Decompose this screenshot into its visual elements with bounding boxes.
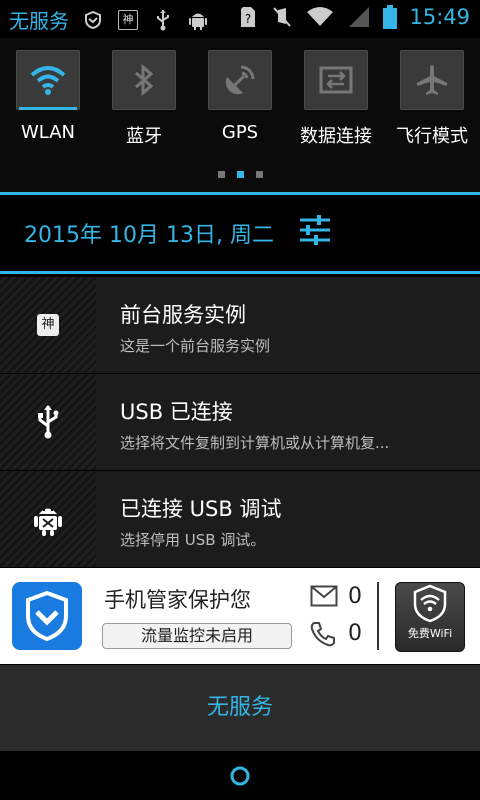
widget-divider — [377, 582, 379, 650]
status-bar: 无服务 神 ? 15:49 — [0, 0, 480, 38]
page-indicator — [0, 171, 480, 178]
settings-sliders-icon — [300, 215, 330, 245]
mail-icon[interactable] — [310, 585, 338, 607]
data-connection-icon — [319, 66, 353, 94]
notification-text: 这是一个前台服务实例 — [120, 337, 271, 355]
wifi-toggle-button[interactable] — [16, 50, 80, 110]
toggle-label: WLAN — [20, 122, 76, 143]
usb-icon — [38, 405, 59, 439]
clock: 15:49 — [409, 5, 470, 29]
settings-button[interactable] — [298, 213, 332, 247]
notification-title: 已连接 USB 调试 — [120, 497, 282, 521]
notification-icon-area — [0, 374, 96, 470]
data-toggle-button[interactable] — [304, 50, 368, 110]
quick-settings-panel: WLAN 蓝牙 GPS 数据连接 飞行模式 — [0, 38, 480, 192]
android-debug-icon — [34, 508, 62, 536]
usb-icon — [152, 9, 174, 31]
notification-icon-area: 神 — [0, 277, 96, 373]
wifi-shield-icon — [413, 584, 447, 623]
shield-logo-icon — [26, 590, 68, 642]
call-count: 0 — [348, 621, 362, 646]
carrier-label: 无服务 — [9, 9, 69, 33]
notification-foreground-service[interactable]: 神 前台服务实例 这是一个前台服务实例 — [0, 277, 480, 374]
notification-icon-area — [0, 471, 96, 567]
divider — [0, 271, 480, 274]
toggle-data[interactable]: 数据连接 — [288, 50, 384, 148]
traffic-monitor-button[interactable]: 流量监控未启用 — [102, 623, 292, 649]
notification-text: 选择停用 USB 调试。 — [120, 531, 266, 549]
bluetooth-toggle-button[interactable] — [112, 50, 176, 110]
wifi-signal-icon — [305, 6, 335, 28]
free-wifi-label: 免费WiFi — [407, 627, 453, 640]
phone-manager-widget[interactable]: 手机管家保护您 流量监控未启用 0 0 免费WiFi — [0, 568, 480, 664]
date-header: 2015年 10月 13日, 周二 — [0, 195, 480, 271]
phone-manager-logo — [12, 582, 82, 650]
phone-icon[interactable] — [310, 621, 336, 647]
notification-usb-debugging[interactable]: 已连接 USB 调试 选择停用 USB 调试。 — [0, 471, 480, 568]
page-dot — [217, 171, 225, 178]
toggle-label: 数据连接 — [300, 126, 372, 147]
bluetooth-icon — [135, 63, 154, 97]
toggle-label: 飞行模式 — [396, 126, 468, 147]
carrier-status-bar: 无服务 — [0, 665, 480, 751]
page-dot — [255, 171, 263, 178]
android-debug-icon — [187, 9, 209, 31]
page-dot-active — [236, 171, 244, 178]
shield-icon — [82, 9, 104, 31]
shen-app-icon: 神 — [117, 9, 139, 31]
gps-toggle-button[interactable] — [208, 50, 272, 110]
sim-unknown-icon: ? — [237, 6, 259, 28]
toggle-wlan[interactable]: WLAN — [0, 50, 96, 143]
drag-handle[interactable] — [0, 752, 480, 800]
date-label: 2015年 10月 13日, 周二 — [24, 223, 274, 248]
wifi-icon — [30, 66, 66, 95]
gps-icon — [225, 65, 255, 95]
battery-icon — [383, 5, 398, 29]
widget-title: 手机管家保护您 — [104, 588, 251, 612]
toggle-label: 蓝牙 — [126, 126, 162, 147]
mute-icon — [271, 6, 293, 28]
free-wifi-button[interactable]: 免费WiFi — [395, 582, 465, 652]
notification-usb-connected[interactable]: USB 已连接 选择将文件复制到计算机或从计算机复... — [0, 374, 480, 471]
shen-app-icon: 神 — [37, 314, 59, 336]
toggle-label: GPS — [221, 122, 259, 143]
toggle-gps[interactable]: GPS — [192, 50, 288, 143]
notification-title: USB 已连接 — [120, 400, 233, 424]
airplane-icon — [417, 65, 447, 95]
toggle-airplane[interactable]: 飞行模式 — [384, 50, 480, 148]
airplane-toggle-button[interactable] — [400, 50, 464, 110]
svg-text:?: ? — [245, 12, 251, 26]
sms-count: 0 — [348, 584, 362, 609]
notification-text: 选择将文件复制到计算机或从计算机复... — [120, 434, 390, 452]
handle-circle-icon — [230, 766, 250, 786]
cell-signal-icon — [347, 6, 371, 28]
toggle-bluetooth[interactable]: 蓝牙 — [96, 50, 192, 148]
notification-title: 前台服务实例 — [120, 303, 246, 327]
